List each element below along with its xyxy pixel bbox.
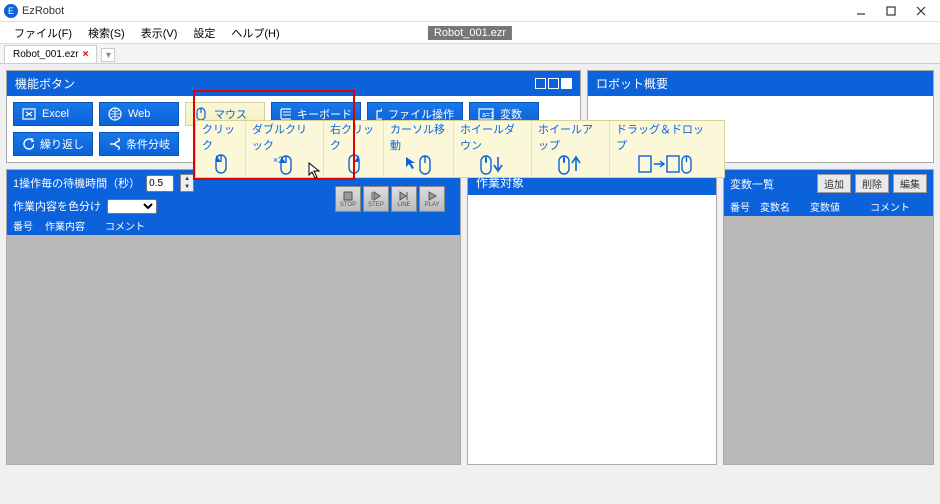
target-body[interactable] <box>468 195 716 464</box>
variables-header: 変数一覧 追加 削除 編集 <box>724 170 933 197</box>
playback-step[interactable]: STEP <box>363 186 389 212</box>
refresh-icon <box>22 137 34 151</box>
col-name: 変数名 <box>760 199 810 214</box>
playback-play[interactable]: PLAY <box>419 186 445 212</box>
keyboard-icon <box>280 108 291 120</box>
submenu-label: クリック <box>202 121 239 153</box>
col-value: 変数値 <box>810 199 870 214</box>
menu-settings[interactable]: 設定 <box>185 23 223 43</box>
ribbon-label: Web <box>128 108 150 120</box>
cursor-move-icon <box>404 153 434 177</box>
open-file-badge: Robot_001.ezr <box>428 26 512 40</box>
wait-spinner[interactable]: ▲▼ <box>180 174 194 192</box>
variables-list-body[interactable] <box>724 216 933 464</box>
tab-label: Robot_001.ezr <box>13 49 79 60</box>
maximize-button[interactable] <box>876 1 906 21</box>
panel-layout-toggle-2[interactable] <box>548 78 559 89</box>
target-panel: 作業対象 <box>467 169 717 465</box>
operations-list-body[interactable] <box>7 235 460 464</box>
submenu-dblclick[interactable]: ダブルクリック ×2 <box>246 121 324 177</box>
mouse-submenu: クリック ダブルクリック ×2 右クリック カーソル移動 ホイールダウン ホイー… <box>195 120 725 178</box>
globe-icon <box>108 107 122 121</box>
ribbon-label: 条件分岐 <box>126 136 170 152</box>
submenu-label: ドラッグ＆ドロップ <box>616 121 714 153</box>
variables-panel: 変数一覧 追加 削除 編集 番号 変数名 変数値 コメント <box>723 169 934 465</box>
ribbon-branch[interactable]: 条件分岐 <box>99 132 179 156</box>
submenu-label: カーソル移動 <box>390 121 447 153</box>
color-select[interactable] <box>107 199 157 214</box>
submenu-label: ダブルクリック <box>252 121 317 153</box>
submenu-label: 右クリック <box>330 121 377 153</box>
document-tab[interactable]: Robot_001.ezr × <box>4 45 97 63</box>
menubar: ファイル(F) 検索(S) 表示(V) 設定 ヘルプ(H) Robot_001.… <box>0 22 940 44</box>
var-delete-button[interactable]: 削除 <box>855 174 889 193</box>
overview-panel-title: ロボット概要 <box>596 75 668 92</box>
col-no: 番号 <box>730 199 760 214</box>
menu-file[interactable]: ファイル(F) <box>6 23 80 43</box>
a1-icon: a=1 <box>478 108 494 120</box>
submenu-wheeldown[interactable]: ホイールダウン <box>454 121 532 177</box>
excel-icon <box>22 107 36 121</box>
close-button[interactable] <box>906 1 936 21</box>
wait-value-input[interactable] <box>146 175 174 192</box>
col-no: 番号 <box>13 218 45 233</box>
submenu-label: ホイールダウン <box>460 121 525 153</box>
ribbon-excel[interactable]: Excel <box>13 102 93 126</box>
variables-column-header: 番号 変数名 変数値 コメント <box>724 197 933 216</box>
operations-column-header: 番号 作業内容 コメント <box>7 216 460 235</box>
col-comment: コメント <box>870 199 927 214</box>
playback-line[interactable]: LINE <box>391 186 417 212</box>
minimize-button[interactable] <box>846 1 876 21</box>
ribbon-label: Excel <box>42 108 69 120</box>
playback-stop[interactable]: STOP <box>335 186 361 212</box>
drag-drop-icon <box>637 153 693 177</box>
submenu-dragdrop[interactable]: ドラッグ＆ドロップ <box>610 121 724 177</box>
mouse-dblclick-icon: ×2 <box>273 153 297 177</box>
app-title: EzRobot <box>22 5 64 17</box>
col-content: 作業内容 <box>45 218 105 233</box>
playback-controls: STOP STEP LINE PLAY <box>335 186 445 212</box>
var-edit-button[interactable]: 編集 <box>893 174 927 193</box>
mouse-rightclick-icon <box>345 153 363 177</box>
overview-panel-header: ロボット概要 <box>588 71 933 96</box>
folder-icon <box>376 107 382 121</box>
ribbon-web[interactable]: Web <box>99 102 179 126</box>
mouse-click-icon <box>212 153 230 177</box>
ribbon-repeat[interactable]: 繰り返し <box>13 132 93 156</box>
wheel-up-icon <box>556 153 586 177</box>
submenu-click[interactable]: クリック <box>196 121 246 177</box>
menu-view[interactable]: 表示(V) <box>133 23 186 43</box>
col-comment: コメント <box>105 218 454 233</box>
wheel-down-icon <box>478 153 508 177</box>
window-titlebar: E EzRobot <box>0 0 940 22</box>
function-panel-title: 機能ボタン <box>15 75 75 92</box>
menu-help[interactable]: ヘルプ(H) <box>223 23 287 43</box>
add-tab-button[interactable]: ▾ <box>101 48 115 62</box>
submenu-rightclick[interactable]: 右クリック <box>324 121 384 177</box>
submenu-wheelup[interactable]: ホイールアップ <box>532 121 610 177</box>
ribbon-label: 繰り返し <box>40 136 84 152</box>
app-icon: E <box>4 4 18 18</box>
wait-label: 1操作毎の待機時間（秒） <box>13 175 140 191</box>
variables-title: 変数一覧 <box>730 176 774 192</box>
submenu-cursormove[interactable]: カーソル移動 <box>384 121 454 177</box>
svg-text:a=1: a=1 <box>482 112 494 119</box>
tab-close-icon[interactable]: × <box>83 49 89 60</box>
function-panel-header: 機能ボタン <box>7 71 580 96</box>
var-add-button[interactable]: 追加 <box>817 174 851 193</box>
menu-search[interactable]: 検索(S) <box>80 23 133 43</box>
operations-panel: 1操作毎の待機時間（秒） ▲▼ 作業内容を色分け 番号 作業内容 コメント <box>6 169 461 465</box>
mouse-icon <box>194 107 208 121</box>
panel-layout-toggle-3[interactable] <box>561 78 572 89</box>
tabstrip: Robot_001.ezr × ▾ <box>0 44 940 64</box>
branch-icon <box>108 137 120 151</box>
submenu-label: ホイールアップ <box>538 121 603 153</box>
color-label: 作業内容を色分け <box>13 198 101 214</box>
panel-layout-toggle-1[interactable] <box>535 78 546 89</box>
